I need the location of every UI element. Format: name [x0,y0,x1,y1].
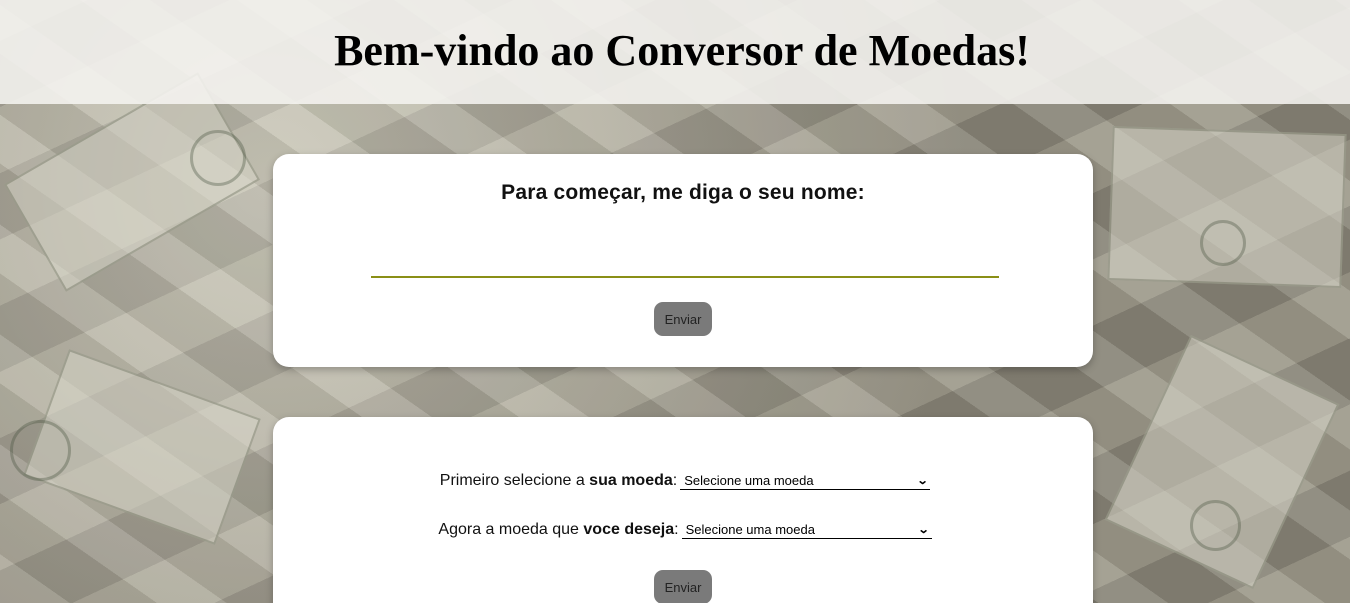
background-seal [10,420,71,481]
target-currency-label: Agora a moeda que voce deseja: [438,520,679,538]
background-seal [1190,500,1241,551]
source-currency-row: Primeiro selecione a sua moeda: Selecion… [275,471,1095,490]
chevron-down-icon: ⌄ [917,523,930,536]
background-seal [1200,220,1246,266]
currency-card: Primeiro selecione a sua moeda: Selecion… [273,417,1093,603]
name-card: Para começar, me diga o seu nome: Enviar [273,154,1093,367]
page-title: Bem-vindo ao Conversor de Moedas! [334,25,1030,75]
chevron-down-icon: ⌄ [916,474,929,487]
target-currency-selected-value: Selecione uma moeda [685,521,815,537]
currency-submit-button[interactable]: Enviar [654,570,712,603]
name-submit-button[interactable]: Enviar [654,302,712,336]
source-currency-label: Primeiro selecione a sua moeda: [439,471,678,489]
target-currency-row: Agora a moeda que voce deseja: Selecione… [275,520,1095,539]
target-currency-select[interactable]: Selecione uma moeda ⌄ [681,520,932,539]
name-question: Para começar, me diga o seu nome: [501,181,865,204]
page-header: Bem-vindo ao Conversor de Moedas! [0,0,1350,104]
background-seal [190,130,246,186]
name-input[interactable] [371,240,999,278]
source-currency-select[interactable]: Selecione uma moeda ⌄ [680,471,931,490]
background-banknote [1104,334,1340,590]
source-currency-selected-value: Selecione uma moeda [684,472,814,488]
